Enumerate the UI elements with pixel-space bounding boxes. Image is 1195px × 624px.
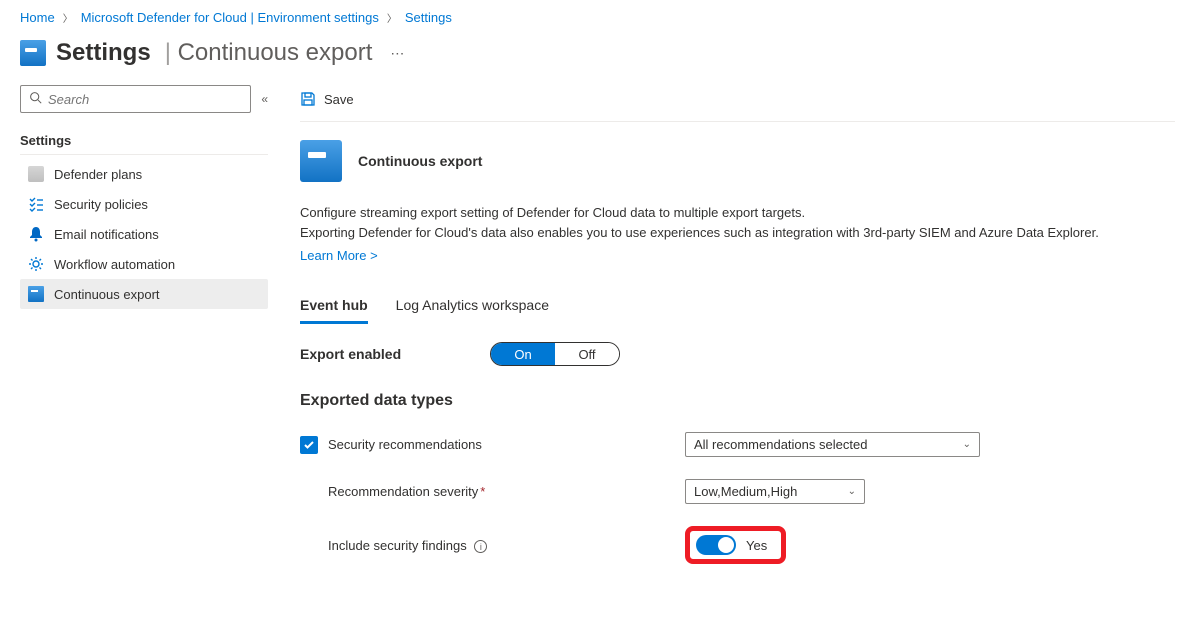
chevron-right-icon: 〉 [63,10,73,25]
tab-log-analytics-workspace[interactable]: Log Analytics workspace [396,291,549,324]
sidebar-item-security-policies[interactable]: Security policies [20,189,268,219]
page-subtitle: Continuous export [165,39,373,67]
highlight-box: Yes [685,526,786,564]
info-icon[interactable]: i [474,540,487,553]
main-content: Save Continuous export Configure streami… [280,85,1195,594]
chevron-down-icon: ⌄ [963,439,971,450]
page-title: Settings [56,39,151,67]
breadcrumb-environment-settings[interactable]: Microsoft Defender for Cloud | Environme… [81,10,379,25]
chevron-right-icon: 〉 [387,10,397,25]
recommendations-dropdown[interactable]: All recommendations selected ⌄ [685,432,980,457]
collapse-sidebar-icon[interactable]: « [261,92,268,106]
shield-icon [28,166,44,182]
export-enabled-label: Export enabled [300,346,490,362]
sidebar-section-label: Settings [20,129,268,155]
recommendation-severity-label: Recommendation severity* [328,484,485,499]
export-enabled-toggle[interactable]: On Off [490,342,620,366]
description-line-1: Configure streaming export setting of De… [300,204,1175,222]
chevron-down-icon: ⌄ [848,486,856,497]
sidebar-item-label: Workflow automation [54,257,175,272]
sidebar-item-label: Continuous export [54,287,160,302]
include-security-findings-label: Include security findings i [328,538,487,554]
book-icon [28,286,44,302]
page-header: Settings Continuous export ⋯ [0,33,1195,85]
breadcrumb: Home 〉 Microsoft Defender for Cloud | En… [0,0,1195,33]
save-icon [300,91,316,107]
required-indicator: * [480,484,485,499]
toggle-value-label: Yes [746,538,767,553]
sidebar-item-label: Defender plans [54,167,142,182]
search-icon [29,91,42,107]
sidebar-item-continuous-export[interactable]: Continuous export [20,279,268,309]
bell-icon [28,226,44,242]
learn-more-link[interactable]: Learn More > [300,248,378,263]
more-menu-icon[interactable]: ⋯ [390,45,406,62]
exported-data-types-heading: Exported data types [300,392,1175,410]
security-recommendations-label: Security recommendations [328,437,482,452]
dropdown-value: All recommendations selected [694,437,867,452]
severity-dropdown[interactable]: Low,Medium,High ⌄ [685,479,865,504]
toolbar: Save [300,85,1175,122]
sidebar-item-label: Email notifications [54,227,159,242]
search-field[interactable] [48,92,242,107]
toggle-on[interactable]: On [491,343,555,365]
sidebar-item-workflow-automation[interactable]: Workflow automation [20,249,268,279]
breadcrumb-home[interactable]: Home [20,10,55,25]
save-button[interactable]: Save [324,92,354,107]
breadcrumb-settings[interactable]: Settings [405,10,452,25]
sidebar-item-label: Security policies [54,197,148,212]
sidebar-item-defender-plans[interactable]: Defender plans [20,159,268,189]
book-icon [20,40,46,66]
checklist-icon [28,196,44,212]
toggle-off[interactable]: Off [555,343,619,365]
search-input[interactable] [20,85,251,113]
content-title: Continuous export [358,153,482,169]
gear-icon [28,256,44,272]
description-line-2: Exporting Defender for Cloud's data also… [300,224,1175,242]
sidebar: « Settings Defender plans Security polic… [0,85,280,594]
tab-event-hub[interactable]: Event hub [300,291,368,324]
include-security-findings-toggle[interactable] [696,535,736,555]
tabs: Event hub Log Analytics workspace [300,291,1175,324]
sidebar-item-email-notifications[interactable]: Email notifications [20,219,268,249]
security-recommendations-checkbox[interactable] [300,436,318,454]
dropdown-value: Low,Medium,High [694,484,797,499]
book-icon [300,140,342,182]
